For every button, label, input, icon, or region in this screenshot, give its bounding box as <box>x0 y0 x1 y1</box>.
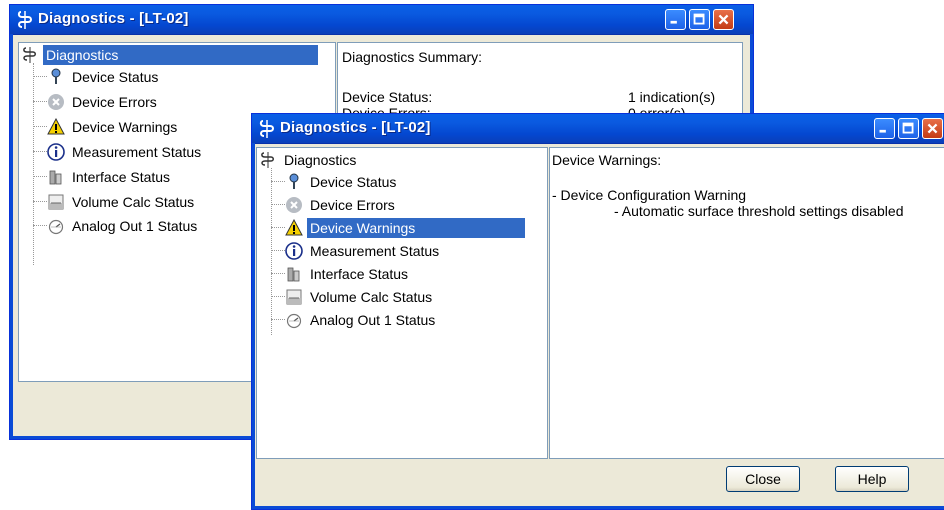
tree-line <box>271 273 285 274</box>
warning-triangle-icon <box>47 118 65 135</box>
close-window-button[interactable] <box>713 9 734 30</box>
maximize-icon <box>693 13 705 25</box>
tree-label: Measurement Status <box>310 243 440 259</box>
close-button[interactable]: Close <box>726 466 800 492</box>
error-circle-icon <box>286 197 302 213</box>
detail-line-2: - Automatic surface threshold settings d… <box>614 203 904 219</box>
tree-label: Interface Status <box>310 266 409 282</box>
tree-line <box>271 319 285 320</box>
front-tree-panel[interactable]: Diagnostics Device Status Device Errors … <box>256 147 548 459</box>
tree-label: Diagnostics <box>43 45 319 65</box>
probe-icon <box>289 173 299 189</box>
tree-label: Diagnostics <box>284 152 357 168</box>
minimize-button[interactable] <box>874 118 895 139</box>
back-title-bar[interactable]: Diagnostics - [LT-02] <box>10 5 753 35</box>
tree-label: Device Status <box>72 69 159 85</box>
tree-line <box>33 63 34 265</box>
tree-label: Device Errors <box>310 197 395 213</box>
detail-line-1: - Device Configuration Warning <box>552 187 747 203</box>
front-title-bar[interactable]: Diagnostics - [LT-02] <box>252 114 944 144</box>
tree-line <box>33 76 47 77</box>
probe-icon <box>259 120 274 138</box>
maximize-icon <box>902 122 914 134</box>
close-icon <box>927 123 938 134</box>
interface-icon <box>49 170 62 185</box>
tree-label: Analog Out 1 Status <box>310 312 436 328</box>
tree-label: Analog Out 1 Status <box>72 218 198 234</box>
maximize-button[interactable] <box>898 118 919 139</box>
tree-line <box>33 225 47 226</box>
tree-line <box>33 176 47 177</box>
tank-icon <box>286 289 302 305</box>
error-circle-icon <box>48 94 64 110</box>
maximize-button[interactable] <box>689 9 710 30</box>
tree-line <box>33 126 47 127</box>
minimize-icon <box>670 20 677 24</box>
tree-label: Device Warnings <box>307 218 526 238</box>
front-diagnostics-window[interactable]: Diagnostics - [LT-02] Diagnostics Device… <box>251 113 944 510</box>
tree-line <box>33 151 47 152</box>
tree-line <box>271 204 285 205</box>
probe-icon <box>17 11 32 29</box>
tree-line <box>271 227 285 228</box>
tree-label: Volume Calc Status <box>310 289 433 305</box>
tree-label: Device Status <box>310 174 397 190</box>
detail-heading: Device Warnings: <box>552 152 662 168</box>
tree-line <box>271 296 285 297</box>
tree-label: Measurement Status <box>72 144 202 160</box>
summary-row-value: 1 indication(s) <box>628 89 716 105</box>
probe-icon <box>51 68 61 84</box>
minimize-icon <box>879 129 886 133</box>
tree-line <box>33 201 47 202</box>
help-button[interactable]: Help <box>835 466 909 492</box>
info-icon <box>47 143 65 161</box>
tree-label: Volume Calc Status <box>72 194 195 210</box>
tree-label: Device Warnings <box>72 119 178 135</box>
info-icon <box>285 242 303 260</box>
gauge-icon <box>48 219 64 235</box>
front-detail-panel: Device Warnings: - Device Configuration … <box>549 147 944 459</box>
tank-icon <box>48 194 64 210</box>
tree-line <box>271 168 272 335</box>
tree-line <box>33 101 47 102</box>
warning-triangle-icon <box>285 219 303 236</box>
summary-row-label: Device Status: <box>342 89 433 105</box>
interface-icon <box>287 267 300 282</box>
window-title: Diagnostics - [LT-02] <box>38 10 189 27</box>
tree-line <box>271 250 285 251</box>
summary-heading: Diagnostics Summary: <box>342 49 483 65</box>
tree-root-diagnostics[interactable]: Diagnostics <box>21 45 331 65</box>
tree-label: Interface Status <box>72 169 171 185</box>
probe-icon <box>261 152 274 168</box>
close-icon <box>718 14 729 25</box>
probe-icon <box>23 47 36 63</box>
window-title: Diagnostics - [LT-02] <box>280 119 431 136</box>
gauge-icon <box>286 313 302 329</box>
close-window-button[interactable] <box>922 118 943 139</box>
minimize-button[interactable] <box>665 9 686 30</box>
tree-line <box>271 181 285 182</box>
tree-label: Device Errors <box>72 94 157 110</box>
